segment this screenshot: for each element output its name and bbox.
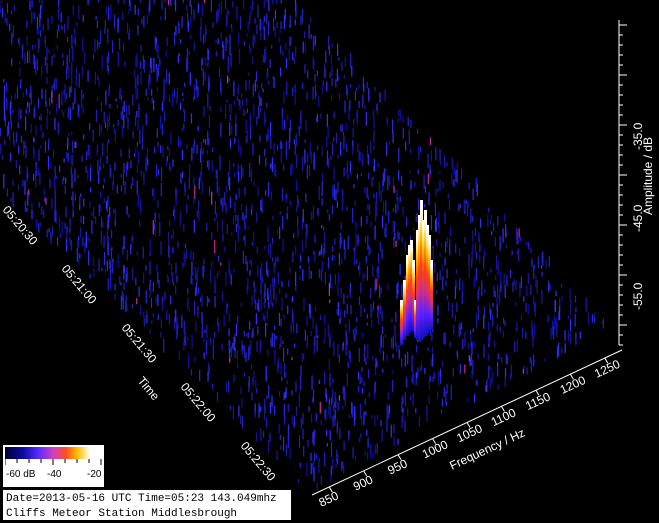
color-legend: -60 dB -40 -20 (3, 445, 104, 487)
time-tick-label: 05:22:30 (238, 439, 279, 484)
legend-label-min: -60 dB (6, 469, 36, 480)
info-line-date: Date=2013-05-16 UTC Time=05:23 143.049mh… (6, 493, 277, 505)
frequency-tick-label: 1250 (592, 357, 622, 381)
legend-color-bar (5, 447, 102, 459)
time-ticks: 05:20:3005:21:0005:21:3005:22:0005:22:30 (0, 203, 279, 484)
frequency-tick-label: 1200 (558, 373, 588, 397)
time-tick-label: 05:21:30 (119, 321, 160, 366)
legend-label-mid: -40 (47, 469, 62, 480)
frequency-tick-label: 1100 (489, 405, 519, 429)
info-box: Date=2013-05-16 UTC Time=05:23 143.049mh… (2, 489, 292, 521)
peak-spike (403, 280, 406, 340)
frequency-tick-label: 1000 (420, 437, 450, 461)
peak-spike (430, 260, 433, 330)
peak-spike (400, 300, 403, 345)
legend-label-max: -20 (87, 469, 102, 480)
frequency-tick-label: 1150 (523, 389, 553, 413)
info-line-station: Cliffs Meteor Station Middlesbrough (6, 508, 238, 520)
time-tick-label: 05:20:30 (0, 203, 41, 248)
amplitude-axis-label: Amplitude / dB (641, 137, 655, 215)
legend-ticks (5, 459, 102, 465)
time-axis-label: Time (135, 374, 163, 403)
amplitude-tick-label: -55.0 (631, 282, 645, 310)
frequency-tick-label: 1050 (454, 421, 484, 445)
signal-peak (400, 200, 433, 345)
